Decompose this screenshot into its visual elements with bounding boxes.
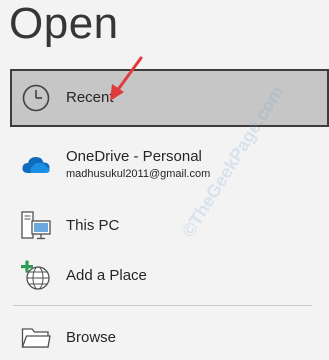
folder-icon bbox=[20, 322, 52, 354]
location-this-pc[interactable]: This PC bbox=[10, 206, 329, 246]
clock-icon bbox=[20, 82, 52, 114]
location-this-pc-label: This PC bbox=[66, 217, 120, 234]
location-onedrive-label: OneDrive - Personal bbox=[66, 148, 202, 165]
open-locations-list: Recent OneDrive - Personal madhusukul201… bbox=[0, 0, 329, 360]
location-onedrive[interactable]: OneDrive - Personal madhusukul2011@gmail… bbox=[10, 140, 329, 190]
location-add-place[interactable]: Add a Place bbox=[10, 255, 329, 297]
location-add-place-label: Add a Place bbox=[66, 267, 147, 284]
cloud-icon bbox=[20, 149, 52, 181]
divider bbox=[13, 305, 312, 306]
location-browse[interactable]: Browse bbox=[10, 320, 329, 356]
computer-icon bbox=[20, 210, 52, 242]
location-browse-label: Browse bbox=[66, 329, 117, 346]
location-recent[interactable]: Recent bbox=[10, 69, 329, 127]
location-recent-label: Recent bbox=[66, 89, 114, 106]
location-onedrive-account: madhusukul2011@gmail.com bbox=[66, 168, 211, 180]
globe-plus-icon bbox=[20, 260, 52, 292]
